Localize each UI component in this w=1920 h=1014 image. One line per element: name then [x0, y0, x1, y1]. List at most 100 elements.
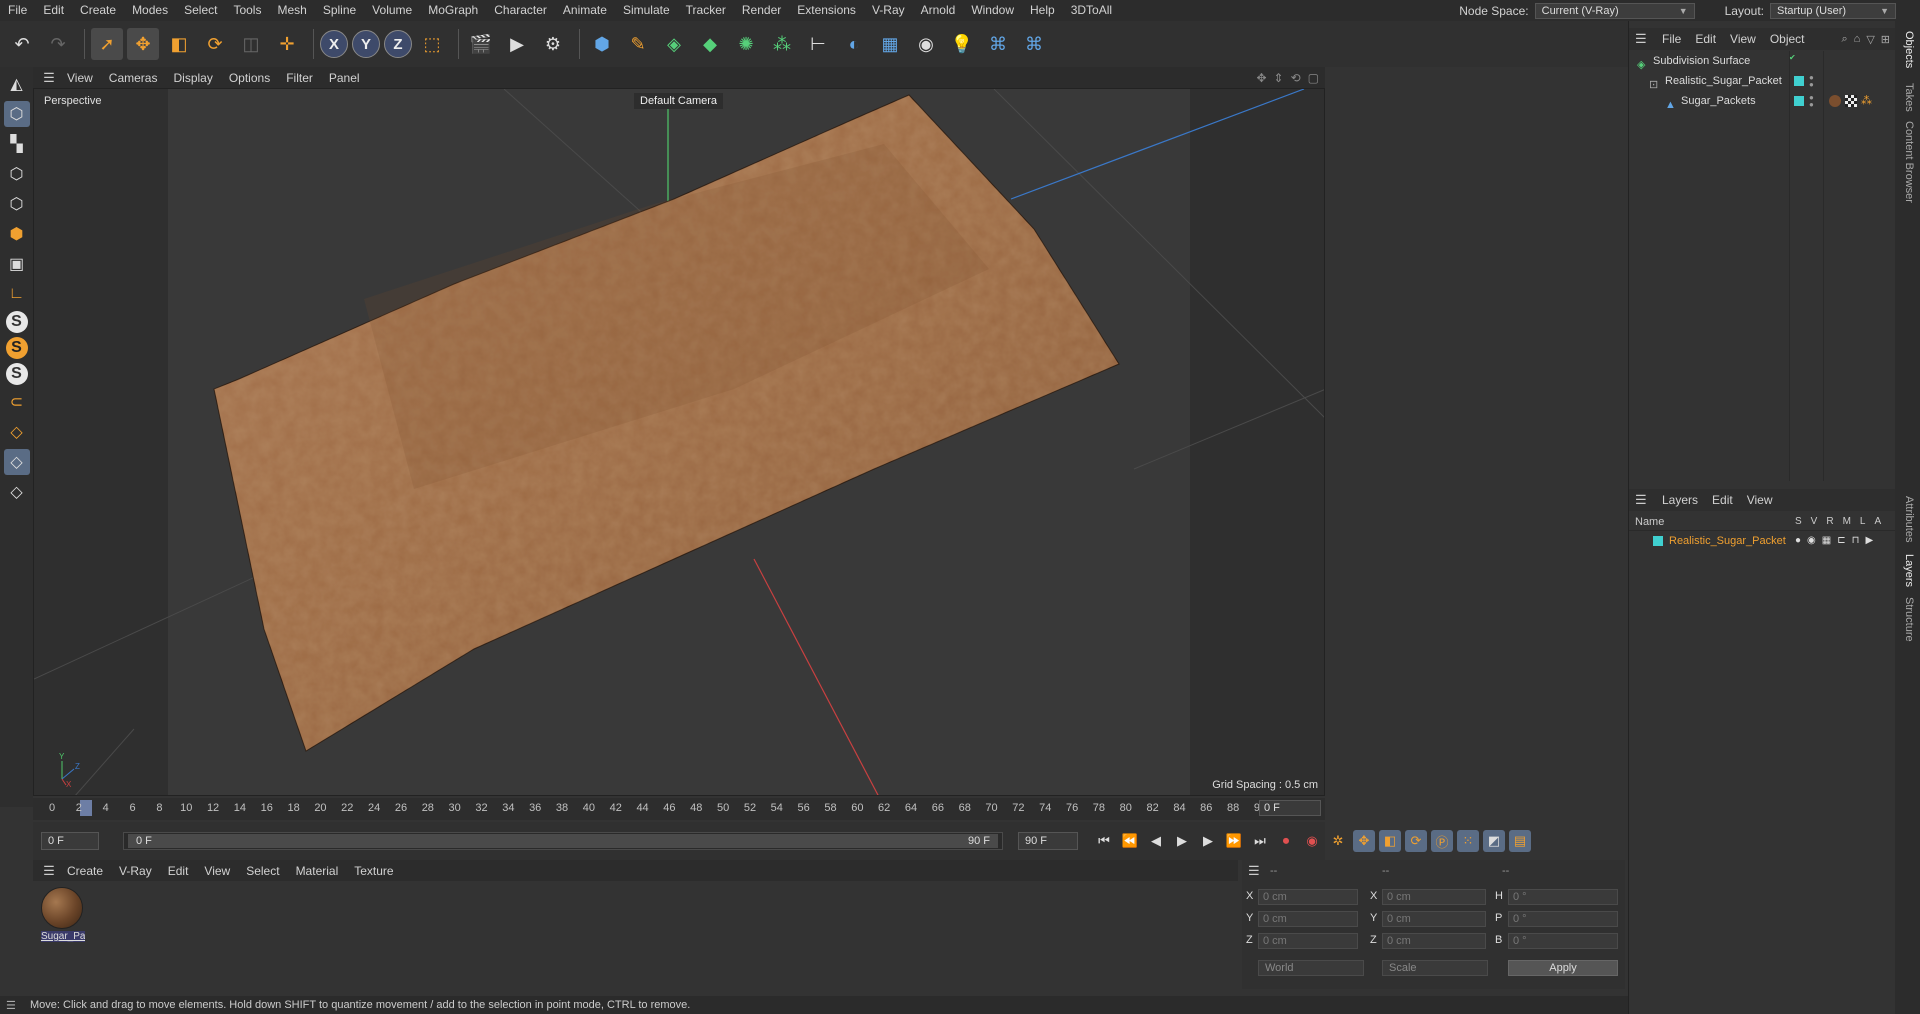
viewport-menu-filter[interactable]: Filter [278, 71, 321, 85]
obj-menu-edit[interactable]: Edit [1688, 32, 1723, 46]
layer-menu-edit[interactable]: Edit [1705, 493, 1740, 507]
solo-off-icon[interactable]: S [5, 363, 28, 385]
eye-icon[interactable]: ◉ [1807, 532, 1816, 550]
autokey-icon[interactable]: ◉ [1301, 830, 1323, 852]
perspective-viewport[interactable]: Perspective Default Camera Grid Spacing … [33, 88, 1325, 796]
pen-icon[interactable]: ✎ [622, 28, 654, 60]
layer-color-swatch[interactable] [1653, 536, 1663, 546]
filter-icon[interactable]: ▽ [1866, 33, 1874, 46]
menu-select[interactable]: Select [176, 0, 225, 21]
mat-menu-vray[interactable]: V-Ray [111, 864, 160, 878]
undo-icon[interactable]: ↶ [6, 28, 38, 60]
layer-row[interactable]: Realistic_Sugar_Packet ● ◉ ▦ ⊏ ⊓ ▶ [1629, 532, 1896, 550]
hamburger-icon[interactable]: ☰ [6, 999, 26, 1012]
floor-icon[interactable]: ▦ [874, 28, 906, 60]
position-z-field[interactable]: 0 cm [1258, 933, 1358, 949]
layer-col-visible[interactable]: V [1811, 513, 1818, 531]
deformer-icon[interactable]: ⊢ [802, 28, 834, 60]
go-to-end-icon[interactable]: ⏭ [1249, 830, 1271, 852]
python-script-icon[interactable]: ⌘ [1018, 28, 1050, 60]
camera-label[interactable]: Default Camera [634, 93, 724, 109]
position-key-icon[interactable]: ✥ [1353, 830, 1375, 852]
next-key-icon[interactable]: ⏩ [1223, 830, 1245, 852]
size-y-field[interactable]: 0 cm [1382, 911, 1486, 927]
hamburger-icon[interactable]: ☰ [1635, 31, 1655, 47]
extrude-icon[interactable]: ◆ [694, 28, 726, 60]
go-to-start-icon[interactable]: ⏮ [1093, 830, 1115, 852]
menu-create[interactable]: Create [72, 0, 124, 21]
menu-file[interactable]: File [0, 0, 35, 21]
orbit-icon[interactable]: ⟲ [1291, 71, 1301, 85]
start-frame-field[interactable]: 0 F [41, 832, 99, 850]
menu-vray[interactable]: V-Ray [864, 0, 913, 21]
x-axis-lock-icon[interactable]: X [320, 30, 348, 58]
obj-menu-file[interactable]: File [1655, 32, 1688, 46]
cloner-icon[interactable]: ✺ [730, 28, 762, 60]
mat-menu-edit[interactable]: Edit [160, 864, 197, 878]
hamburger-icon[interactable]: ☰ [1635, 492, 1655, 508]
material-swatch[interactable]: Sugar_Pa [41, 887, 85, 942]
timeline-ruler[interactable]: 0 2 4 6 8 10 12 14 16 18 20 22 24 26 28 30 32 34 36 38 40 42 4… [33, 798, 1325, 820]
layer-col-render[interactable]: R [1826, 513, 1833, 531]
live-selection-icon[interactable]: ➚ [91, 28, 123, 60]
pan-icon[interactable]: ✥ [1256, 71, 1266, 85]
size-z-field[interactable]: 0 cm [1382, 933, 1486, 949]
mat-menu-view[interactable]: View [196, 864, 238, 878]
mat-menu-texture[interactable]: Texture [346, 864, 401, 878]
planar-workplane-icon[interactable]: ◇ [4, 479, 30, 505]
new-window-icon[interactable]: ⊞ [1881, 33, 1890, 46]
checkmark-icon[interactable]: ✔ [1789, 54, 1796, 62]
layer-col-solo[interactable]: S [1795, 513, 1802, 531]
render-picture-viewer-icon[interactable]: ▶ [501, 28, 533, 60]
object-row[interactable]: ◈ Subdivision Surface ✔ [1629, 51, 1896, 72]
tab-content-browser[interactable]: Content Browser [1903, 121, 1915, 203]
layer-col-manager[interactable]: M [1843, 513, 1851, 531]
menu-tracker[interactable]: Tracker [678, 0, 734, 21]
rotation-h-field[interactable]: 0 ° [1508, 889, 1618, 905]
clapper-icon[interactable]: ▦ [1822, 532, 1831, 550]
node-space-select[interactable]: Current (V-Ray) ▼ [1534, 2, 1695, 19]
camera-icon[interactable]: ◉ [910, 28, 942, 60]
material-preview[interactable] [41, 887, 83, 929]
layer-color-tag[interactable] [1794, 96, 1804, 106]
redo-icon[interactable]: ↷ [42, 28, 74, 60]
viewport-menu-cameras[interactable]: Cameras [101, 71, 166, 85]
rotation-key-icon[interactable]: ⟳ [1405, 830, 1427, 852]
menu-volume[interactable]: Volume [364, 0, 420, 21]
scale-dropdown[interactable]: Scale [1382, 960, 1488, 976]
obj-menu-object[interactable]: Object [1763, 32, 1812, 46]
object-row[interactable]: ▲ Sugar_Packets ● ● ⁂ [1629, 91, 1896, 112]
point-mode-icon[interactable]: ⬡ [4, 161, 30, 187]
previous-frame-icon[interactable]: ◀ [1145, 830, 1167, 852]
recent-tools-icon[interactable]: ◫ [235, 28, 267, 60]
menu-help[interactable]: Help [1022, 0, 1063, 21]
manager-icon[interactable]: ⊏ [1837, 532, 1845, 550]
polygon-mode-icon[interactable]: ⬢ [4, 221, 30, 247]
menu-extensions[interactable]: Extensions [789, 0, 864, 21]
maximize-icon[interactable]: ▢ [1308, 71, 1319, 85]
layer-color-tag[interactable] [1794, 76, 1804, 86]
coordinate-system-icon[interactable]: ✛ [271, 28, 303, 60]
z-axis-lock-icon[interactable]: Z [384, 30, 412, 58]
record-active-icon[interactable]: ⏺ [1275, 830, 1297, 852]
menu-modes[interactable]: Modes [124, 0, 176, 21]
rotation-p-field[interactable]: 0 ° [1508, 911, 1618, 927]
frame-range-slider[interactable]: 0 F 90 F [123, 832, 1003, 850]
visibility-dots-icon[interactable]: ● ● [1809, 74, 1814, 89]
apply-button[interactable]: Apply [1508, 960, 1618, 976]
end-frame-field[interactable]: 90 F [1018, 832, 1078, 850]
mograph-icon[interactable]: ⁂ [766, 28, 798, 60]
viewport-menu-view[interactable]: View [59, 71, 101, 85]
solo-dot-icon[interactable]: ● [1795, 532, 1801, 550]
animation-play-icon[interactable]: ▶ [1865, 532, 1873, 550]
python-icon[interactable]: ⌘ [982, 28, 1014, 60]
mat-menu-create[interactable]: Create [59, 864, 111, 878]
layer-menu-view[interactable]: View [1740, 493, 1780, 507]
next-frame-icon[interactable]: ▶ [1197, 830, 1219, 852]
world-dropdown[interactable]: World [1258, 960, 1364, 976]
viewport-menu-options[interactable]: Options [221, 71, 278, 85]
frame-range-bar[interactable] [128, 834, 998, 848]
menu-mesh[interactable]: Mesh [269, 0, 314, 21]
viewport-menu-display[interactable]: Display [165, 71, 220, 85]
axis-mode-icon[interactable]: ∟ [4, 281, 30, 307]
